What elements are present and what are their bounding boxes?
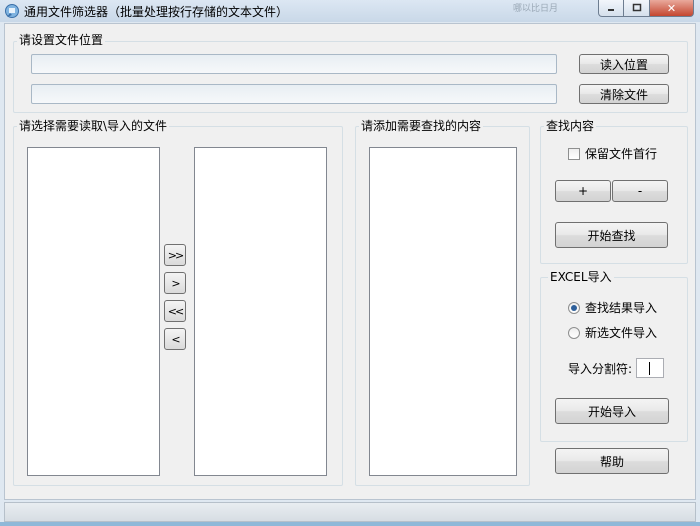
window-bottom-edge (0, 522, 700, 526)
available-files-list[interactable] (27, 147, 160, 476)
start-search-button[interactable]: 开始查找 (555, 222, 668, 248)
search-group-label: 查找内容 (544, 119, 597, 133)
minimize-button[interactable] (598, 0, 624, 17)
title-bar[interactable]: 通用文件筛选器（批量处理按行存储的文本文件） 哪以比日月 ✕ (0, 0, 700, 22)
location-group-label: 请设置文件位置 (17, 33, 106, 47)
import-new-files-radio[interactable] (568, 327, 580, 339)
import-new-files-label[interactable]: 新选文件导入 (585, 326, 657, 340)
background-window-text: 哪以比日月 (513, 4, 559, 14)
separator-label: 导入分割符: (568, 362, 633, 376)
read-location-button[interactable]: 读入位置 (579, 54, 669, 74)
move-left-button[interactable]: < (164, 328, 186, 350)
search-content-list[interactable] (369, 147, 517, 476)
move-right-button[interactable]: > (164, 272, 186, 294)
move-all-right-button[interactable]: >> (164, 244, 186, 266)
excel-group-label: EXCEL导入 (548, 270, 614, 284)
separator-input[interactable] (636, 358, 664, 378)
main-window: 通用文件筛选器（批量处理按行存储的文本文件） 哪以比日月 ✕ 请设置文件位置 读… (0, 0, 700, 526)
selected-files-list[interactable] (194, 147, 327, 476)
keep-first-line-checkbox[interactable] (568, 148, 580, 160)
app-icon (5, 4, 19, 18)
maximize-icon (632, 3, 641, 12)
window-controls: ✕ (598, 0, 696, 18)
text-caret (649, 362, 650, 375)
move-all-left-button[interactable]: << (164, 300, 186, 322)
import-results-label[interactable]: 查找结果导入 (585, 301, 657, 315)
client-area: 请设置文件位置 读入位置 清除文件 请选择需要读取\导入的文件 >> > << … (4, 23, 696, 500)
remove-content-button[interactable]: - (612, 180, 668, 202)
minimize-icon (608, 9, 614, 11)
file-list-display[interactable] (31, 84, 557, 104)
close-icon: ✕ (666, 1, 677, 15)
close-button[interactable]: ✕ (650, 0, 694, 17)
keep-first-line-label[interactable]: 保留文件首行 (585, 147, 657, 161)
files-group-label: 请选择需要读取\导入的文件 (17, 119, 170, 133)
maximize-button[interactable] (624, 0, 650, 17)
help-button[interactable]: 帮助 (555, 448, 669, 474)
start-import-button[interactable]: 开始导入 (555, 398, 669, 424)
clear-files-button[interactable]: 清除文件 (579, 84, 669, 104)
content-group-label: 请添加需要查找的内容 (359, 119, 484, 133)
file-location-input[interactable] (31, 54, 557, 74)
status-bar (4, 502, 696, 522)
add-content-button[interactable]: + (555, 180, 611, 202)
window-title: 通用文件筛选器（批量处理按行存储的文本文件） (24, 5, 289, 19)
import-results-radio[interactable] (568, 302, 580, 314)
